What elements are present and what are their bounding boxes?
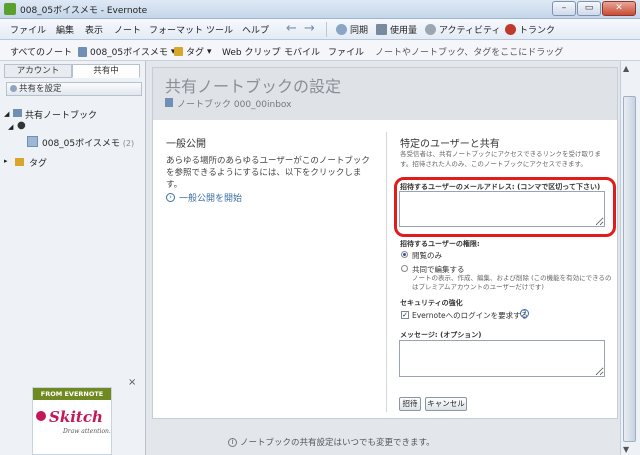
page-title: 共有ノートブックの設定 [165, 77, 342, 96]
sync-icon [336, 24, 347, 35]
skitch-promo[interactable]: FROM EVERNOTE Skitch Draw attention. [32, 387, 112, 455]
require-login-checkbox[interactable]: ✓ [401, 311, 409, 319]
all-notes-button[interactable]: すべてのノート [10, 45, 72, 58]
notebook-name-line: ノートブック 000_00inbox [177, 100, 292, 110]
share-heading: 特定のユーザーと共有 [400, 139, 500, 150]
tab-account[interactable]: アカウント [4, 64, 72, 78]
highlight-ring [394, 177, 616, 237]
sidebar-notebook-label: 008_05ボイスメモ [42, 139, 120, 149]
view-only-label: 閲覧のみ [412, 251, 442, 260]
menu-bar: ファイル 編集 表示 ノート フォーマット ツール ヘルプ ← → 同期 使用量… [0, 19, 640, 40]
menu-note[interactable]: ノート [114, 23, 141, 36]
expand-arrow-icon[interactable]: ▸ [4, 157, 8, 165]
drag-drop-hint: ノートやノートブック、タグをここにドラッグ [375, 48, 564, 58]
permission-label: 招待するユーザーの権限: [400, 240, 480, 248]
sidebar-tags[interactable]: タグ [29, 156, 47, 169]
edit-note: ノートの表示、作成、編集、および削除 (この機能を有効にできるのはプレミアムアカ… [412, 274, 612, 291]
scroll-up-arrow-icon[interactable]: ▲ [623, 64, 629, 73]
file-button[interactable]: ファイル [328, 45, 364, 58]
usage-button[interactable]: 使用量 [376, 23, 417, 36]
tab-shared[interactable]: 共有中 [72, 64, 140, 78]
footer-note: i ノートブックの共有設定はいつでも変更できます。 [228, 436, 435, 448]
trunk-icon [505, 24, 516, 35]
notebook-icon [165, 98, 173, 107]
menu-format[interactable]: フォーマット [149, 23, 203, 36]
scroll-thumb[interactable] [623, 96, 636, 442]
cancel-button[interactable]: キャンセル [425, 397, 467, 411]
sidebar-notebook-count: (2) [122, 139, 135, 148]
view-only-radio[interactable] [401, 251, 408, 258]
notebook-selector[interactable]: 008_05ボイスメモ ▾ [78, 45, 175, 58]
skitch-logo: Skitch [49, 408, 103, 426]
edit-radio[interactable] [401, 265, 408, 272]
close-window-button[interactable]: ✕ [602, 1, 636, 16]
public-description: あらゆる場所のあらゆるユーザーがこのノートブックを参照できるようにするには、以下… [166, 156, 370, 190]
promo-header: FROM EVERNOTE [33, 388, 111, 400]
menu-file[interactable]: ファイル [10, 23, 46, 36]
sidebar-tabs: アカウント 共有中 [4, 64, 140, 78]
menu-tools[interactable]: ツール [206, 23, 233, 36]
help-icon[interactable]: ? [520, 309, 529, 318]
public-heading: 一般公開 [166, 139, 206, 150]
start-public-label: 一般公開を開始 [179, 194, 243, 204]
shared-notebooks-icon [13, 109, 22, 117]
forward-arrow-icon[interactable]: → [304, 21, 315, 36]
notebook-selector-label: 008_05ボイスメモ [90, 48, 168, 58]
usage-meter-icon [376, 24, 387, 35]
chevron-down-icon: ▾ [207, 46, 212, 57]
notes-toolbar: すべてのノート 008_05ボイスメモ ▾ タグ ▾ Web クリップ モバイル… [0, 40, 640, 61]
sync-button[interactable]: 同期 [336, 23, 368, 36]
skitch-heart-icon [36, 411, 46, 421]
tags-selector[interactable]: タグ ▾ [174, 45, 212, 58]
require-login-label: Evernoteへのログインを要求する [412, 311, 529, 320]
promo-tagline: Draw attention. [63, 428, 111, 435]
window-title: 008_05ボイスメモ - Evernote [20, 6, 148, 16]
notebook-icon [78, 46, 87, 57]
start-public-link[interactable]: › 一般公開を開始 [166, 191, 242, 204]
security-label: セキュリティの強化 [400, 299, 463, 307]
sidebar-notebook-item[interactable]: 008_05ボイスメモ (2) [42, 136, 134, 149]
usage-label: 使用量 [390, 26, 418, 36]
share-description: 各受信者は、共有ノートブックにアクセスできるリンクを受け取ります。招待された人の… [400, 150, 602, 168]
shared-notebooks-heading[interactable]: 共有ノートブック [25, 108, 97, 121]
menu-separator [326, 22, 327, 37]
column-divider [386, 132, 387, 412]
menu-help[interactable]: ヘルプ [242, 23, 269, 36]
trunk-button[interactable]: トランク [505, 23, 555, 36]
maximize-button[interactable]: ▭ [577, 1, 601, 16]
scroll-down-arrow-icon[interactable]: ▼ [623, 445, 629, 454]
back-arrow-icon[interactable]: ← [286, 21, 297, 36]
arrow-circle-icon: › [166, 193, 175, 202]
trunk-label: トランク [519, 26, 556, 36]
tag-icon [174, 47, 183, 56]
tag-icon [15, 158, 24, 166]
share-settings-icon [10, 85, 17, 92]
info-icon: i [228, 437, 237, 447]
share-settings-button[interactable]: 共有を設定 [6, 82, 142, 96]
person-icon: ● [17, 120, 26, 131]
menu-view[interactable]: 表示 [85, 23, 103, 36]
title-bar: 008_05ボイスメモ - Evernote – ▭ ✕ [0, 0, 640, 19]
message-field[interactable] [399, 340, 605, 377]
menu-edit[interactable]: 編集 [56, 23, 74, 36]
footer-note-text: ノートブックの共有設定はいつでも変更できます。 [240, 438, 435, 448]
mobile-button[interactable]: モバイル [284, 45, 320, 58]
sync-label: 同期 [350, 26, 369, 36]
activity-icon [425, 24, 436, 35]
web-clip-button[interactable]: Web クリップ [222, 45, 280, 58]
collapse-arrow-icon[interactable]: ◢ [4, 110, 9, 118]
activity-label: アクティビティ [439, 26, 501, 36]
evernote-logo-icon [4, 3, 16, 15]
activity-button[interactable]: アクティビティ [425, 23, 500, 36]
shared-notebook-icon [27, 136, 38, 147]
tags-selector-label: タグ [186, 48, 205, 58]
promo-close-icon[interactable]: × [128, 377, 136, 388]
collapse-arrow-icon[interactable]: ◢ [8, 123, 13, 131]
minimize-button[interactable]: – [552, 1, 576, 16]
message-label: メッセージ: (オプション) [400, 331, 482, 339]
invite-button[interactable]: 招待 [399, 397, 421, 411]
